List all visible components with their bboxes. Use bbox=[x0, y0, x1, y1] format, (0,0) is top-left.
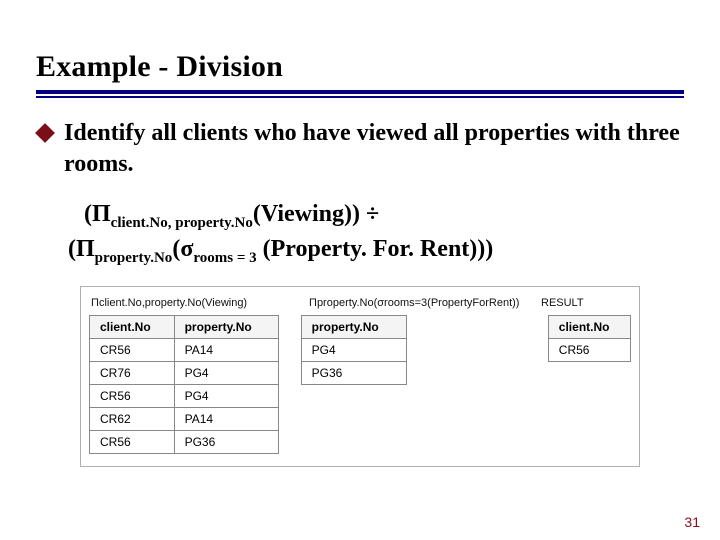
table-row: CR76PG4 bbox=[90, 362, 279, 385]
table-row: CR56 bbox=[548, 339, 630, 362]
table-viewing: client.No property.No CR56PA14 CR76PG4 C… bbox=[89, 315, 279, 454]
page-number: 31 bbox=[684, 514, 700, 530]
prompt-text: Identify all clients who have viewed all… bbox=[64, 118, 684, 180]
col-clientno: client.No bbox=[548, 316, 630, 339]
table-row: PG36 bbox=[301, 362, 406, 385]
pi-symbol-2: Π bbox=[76, 236, 95, 262]
cell: CR56 bbox=[90, 385, 175, 408]
cell: PG4 bbox=[301, 339, 406, 362]
page-title: Example - Division bbox=[36, 50, 684, 84]
pi-symbol: Π bbox=[92, 201, 111, 227]
cell: CR56 bbox=[90, 339, 175, 362]
cell: CR76 bbox=[90, 362, 175, 385]
slide: Example - Division Identify all clients … bbox=[0, 0, 720, 540]
tables-row: client.No property.No CR56PA14 CR76PG4 C… bbox=[89, 315, 631, 454]
table-property: property.No PG4 PG36 bbox=[301, 315, 407, 385]
diamond-bullet-icon bbox=[35, 123, 55, 143]
paren-open-2: ( bbox=[68, 236, 76, 262]
cell: PG4 bbox=[174, 385, 278, 408]
table-row: CR56PG36 bbox=[90, 431, 279, 454]
divide-symbol: ÷ bbox=[366, 201, 379, 227]
cell: PG36 bbox=[301, 362, 406, 385]
col-propertyno: property.No bbox=[301, 316, 406, 339]
table-row: CR62PA14 bbox=[90, 408, 279, 431]
cell: CR62 bbox=[90, 408, 175, 431]
tables-panel: Πclient.No,property.No(Viewing) Πpropert… bbox=[80, 286, 640, 467]
cell: PA14 bbox=[174, 408, 278, 431]
table-row: CR56PA14 bbox=[90, 339, 279, 362]
cell: PG36 bbox=[174, 431, 278, 454]
table-row: client.No bbox=[548, 316, 630, 339]
cell: PA14 bbox=[174, 339, 278, 362]
formula-line-1: (Πclient.No, property.No(Viewing)) ÷ bbox=[84, 198, 684, 233]
tables-header-row: Πclient.No,property.No(Viewing) Πpropert… bbox=[89, 297, 631, 309]
prompt-block: Identify all clients who have viewed all… bbox=[36, 118, 684, 180]
table-row: client.No property.No bbox=[90, 316, 279, 339]
col-clientno: client.No bbox=[90, 316, 175, 339]
pi-subscript-1: client.No, property.No bbox=[111, 215, 253, 231]
cell: CR56 bbox=[90, 431, 175, 454]
relation-viewing: (Viewing)) bbox=[253, 201, 366, 227]
sigma-subscript: rooms = 3 bbox=[193, 250, 256, 266]
title-underline-thick bbox=[36, 90, 684, 94]
relation-property: (Property. For. Rent))) bbox=[257, 236, 494, 262]
paren-open: ( bbox=[84, 201, 92, 227]
sigma-symbol: σ bbox=[180, 236, 193, 262]
formula-line-2: (Πproperty.No(σrooms = 3 (Property. For.… bbox=[68, 233, 684, 268]
table-row: PG4 bbox=[301, 339, 406, 362]
title-underline-thin bbox=[36, 96, 684, 98]
table-row: property.No bbox=[301, 316, 406, 339]
table-row: CR56PG4 bbox=[90, 385, 279, 408]
table-result: client.No CR56 bbox=[548, 315, 631, 362]
col-propertyno: property.No bbox=[174, 316, 278, 339]
table-header-result: RESULT bbox=[541, 297, 611, 309]
table-header-viewing: Πclient.No,property.No(Viewing) bbox=[91, 297, 287, 309]
cell: CR56 bbox=[548, 339, 630, 362]
formula: (Πclient.No, property.No(Viewing)) ÷ (Πp… bbox=[84, 198, 684, 268]
cell: PG4 bbox=[174, 362, 278, 385]
pi-subscript-2: property.No bbox=[95, 250, 173, 266]
table-header-property: Πproperty.No(σrooms=3(PropertyForRent)) bbox=[309, 297, 519, 309]
